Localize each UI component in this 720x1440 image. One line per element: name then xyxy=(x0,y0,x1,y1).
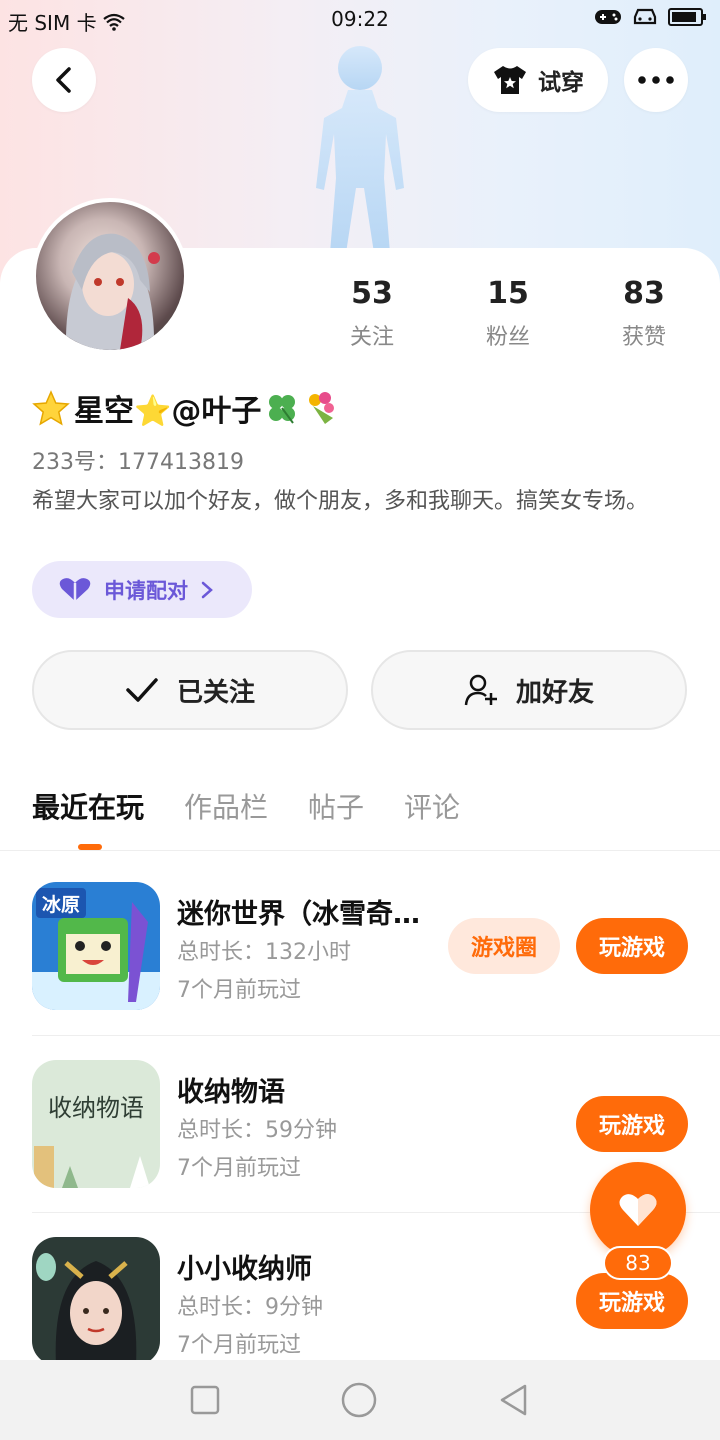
like-count-badge: 83 xyxy=(603,1246,673,1280)
tab-works[interactable]: 作品栏 xyxy=(184,786,268,826)
tab-posts[interactable]: 帖子 xyxy=(308,786,364,826)
back-button[interactable] xyxy=(32,48,96,112)
request-pair-button[interactable]: 申请配对 xyxy=(32,561,252,618)
play-game-button[interactable]: 玩游戏 xyxy=(576,918,688,974)
fans-count: 15 xyxy=(487,276,529,311)
game-last-played: 7个月前玩过 xyxy=(177,978,301,1003)
bouquet-icon xyxy=(309,392,335,424)
game-title: 迷你世界（冰雪奇缘） xyxy=(177,899,427,930)
avatar[interactable] xyxy=(32,198,188,354)
status-bar: 无 SIM 卡 09:22 xyxy=(0,0,720,40)
tab-comments[interactable]: 评论 xyxy=(404,786,460,826)
avatar-3d-figure[interactable] xyxy=(300,38,420,253)
nickname-row: 星空⭐@叶子 xyxy=(32,386,339,430)
like-button[interactable] xyxy=(590,1162,686,1258)
stat-likes[interactable]: 83 获赞 xyxy=(576,276,712,351)
stat-fans[interactable]: 15 粉丝 xyxy=(440,276,576,351)
back-nav-icon[interactable] xyxy=(497,1383,531,1417)
car-icon xyxy=(633,8,657,25)
star-icon xyxy=(32,390,70,426)
add-friend-button[interactable]: 加好友 xyxy=(371,650,687,730)
user-id: 233号：177413819 xyxy=(32,450,244,475)
recent-apps-icon[interactable] xyxy=(189,1384,221,1416)
profile-tabs: 最近在玩 作品栏 帖子 评论 xyxy=(32,786,460,826)
following-button[interactable]: 已关注 xyxy=(32,650,348,730)
game-playtime: 总时长：59分钟 xyxy=(177,1118,337,1143)
heart-pair-icon xyxy=(59,577,91,601)
following-button-label: 已关注 xyxy=(176,677,255,708)
game-list-item[interactable]: 收纳物语 收纳物语 总时长：59分钟 7个月前玩过 玩游戏 xyxy=(32,1060,688,1188)
game-list-item[interactable]: 冰原 迷你世界（冰雪奇缘） 总时长：132小时 7个月前玩过 游戏圈 玩游戏 xyxy=(32,882,688,1010)
game-circle-button[interactable]: 游戏圈 xyxy=(448,918,560,974)
try-on-button[interactable]: 试穿 xyxy=(468,48,608,112)
game-icon-little-organizer xyxy=(32,1237,160,1365)
game-icon-mini-world: 冰原 xyxy=(32,882,160,1010)
try-on-label: 试穿 xyxy=(538,70,584,96)
game-icon-storage-story: 收纳物语 xyxy=(32,1060,160,1188)
add-friend-label: 加好友 xyxy=(515,677,594,708)
game-icon-label: 冰原 xyxy=(42,893,80,916)
nickname: 星空⭐@叶子 xyxy=(74,394,262,429)
likes-count: 83 xyxy=(623,276,665,311)
chevron-right-icon xyxy=(201,581,213,598)
likes-label: 获赞 xyxy=(621,325,666,350)
game-playtime: 总时长：9分钟 xyxy=(177,1295,323,1320)
profile-stats: 53 关注 15 粉丝 83 获赞 xyxy=(304,276,712,351)
more-button[interactable] xyxy=(624,48,688,112)
game-last-played: 7个月前玩过 xyxy=(177,1156,301,1181)
chevron-left-icon xyxy=(56,67,71,93)
clover-icon xyxy=(269,395,296,424)
system-navigation-bar xyxy=(0,1360,720,1440)
play-game-button[interactable]: 玩游戏 xyxy=(576,1273,688,1329)
game-title: 收纳物语 xyxy=(177,1077,285,1108)
stat-following[interactable]: 53 关注 xyxy=(304,276,440,351)
game-icon-label: 收纳物语 xyxy=(48,1094,144,1122)
tab-recently-played[interactable]: 最近在玩 xyxy=(32,786,144,826)
following-label: 关注 xyxy=(349,325,394,350)
following-count: 53 xyxy=(351,276,393,311)
tabs-divider xyxy=(0,850,720,851)
bio: 希望大家可以加个好友，做个朋友，多和我聊天。搞笑女专场。 xyxy=(32,489,649,514)
tshirt-icon xyxy=(494,66,526,94)
play-game-button[interactable]: 玩游戏 xyxy=(576,1096,688,1152)
home-icon[interactable] xyxy=(340,1381,378,1419)
row-divider xyxy=(32,1035,720,1036)
gamepad-icon xyxy=(595,10,621,24)
game-list-item[interactable]: 小小收纳师 总时长：9分钟 7个月前玩过 玩游戏 xyxy=(32,1237,688,1365)
battery-icon xyxy=(668,8,706,26)
game-playtime: 总时长：132小时 xyxy=(177,940,351,965)
game-title: 小小收纳师 xyxy=(177,1254,312,1285)
request-pair-label: 申请配对 xyxy=(104,578,188,603)
check-icon xyxy=(126,678,158,702)
heart-icon xyxy=(619,1194,657,1226)
add-user-icon xyxy=(464,674,497,706)
game-last-played: 7个月前玩过 xyxy=(177,1333,301,1358)
fans-label: 粉丝 xyxy=(485,325,530,350)
more-dots-icon xyxy=(638,76,674,84)
